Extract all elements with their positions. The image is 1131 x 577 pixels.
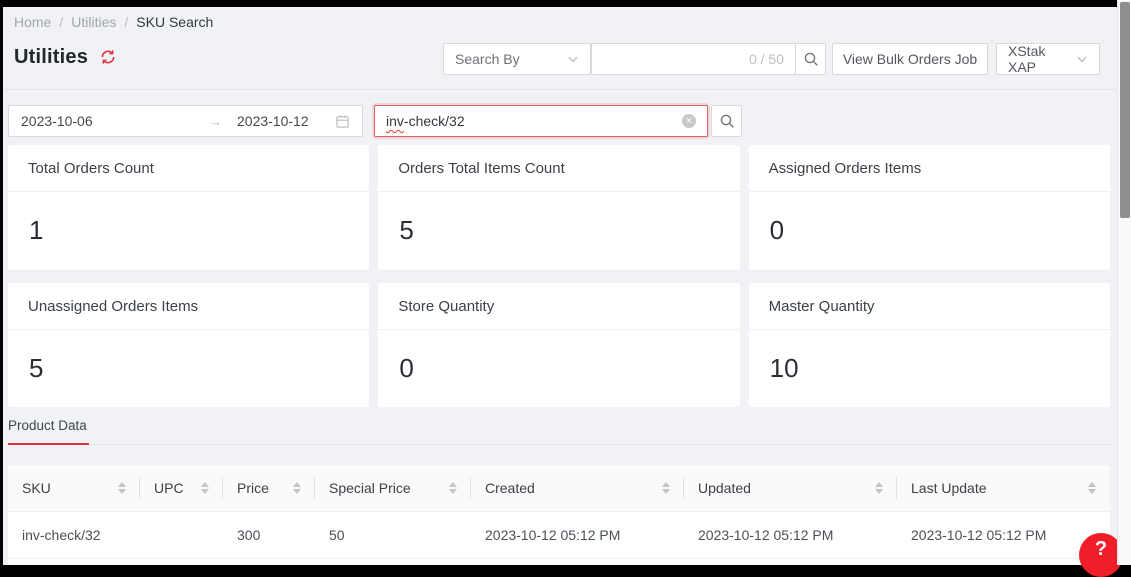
search-by-label: Search By bbox=[455, 51, 520, 67]
header-search-input[interactable] bbox=[603, 51, 749, 67]
breadcrumb: Home / Utilities / SKU Search bbox=[14, 14, 213, 30]
sort-icon bbox=[1088, 482, 1096, 494]
cell-updated: 2023-10-12 05:12 PM bbox=[684, 512, 897, 558]
sku-search-button[interactable] bbox=[711, 105, 742, 137]
stat-value: 0 bbox=[770, 215, 784, 246]
breadcrumb-separator: / bbox=[59, 14, 63, 30]
page: Home / Utilities / SKU Search Utilities … bbox=[3, 7, 1117, 565]
header-controls: Search By 0 / 50 View Bulk Orders Job XS… bbox=[443, 43, 1100, 75]
breadcrumb-utilities[interactable]: Utilities bbox=[71, 14, 116, 30]
product-data-table: SKU UPC Price Special Price Created Upda… bbox=[8, 465, 1110, 565]
sort-icon bbox=[201, 482, 209, 494]
column-header-created[interactable]: Created bbox=[471, 465, 684, 511]
chevron-down-icon bbox=[567, 53, 579, 65]
stat-value: 10 bbox=[770, 353, 799, 384]
tabs-bar: Product Data bbox=[8, 413, 1112, 445]
breadcrumb-home[interactable]: Home bbox=[14, 14, 51, 30]
cell-special-price: 50 bbox=[315, 512, 471, 558]
help-label: ? bbox=[1095, 538, 1107, 561]
clear-icon[interactable]: × bbox=[682, 114, 696, 128]
chevron-down-icon bbox=[1076, 53, 1088, 65]
cell-last-update: 2023-10-12 05:12 PM bbox=[897, 512, 1110, 558]
stat-card-master-quantity: Master Quantity 10 bbox=[749, 283, 1110, 407]
search-icon bbox=[803, 51, 819, 67]
scrollbar-track[interactable] bbox=[1117, 0, 1131, 565]
tab-product-data[interactable]: Product Data bbox=[8, 413, 89, 445]
title-row: Utilities bbox=[14, 40, 117, 74]
column-header-sku[interactable]: SKU bbox=[8, 465, 140, 511]
sort-icon bbox=[293, 482, 301, 494]
stat-label: Store Quantity bbox=[398, 298, 494, 315]
breadcrumb-separator: / bbox=[124, 14, 128, 30]
table-row: inv-check/32 300 50 2023-10-12 05:12 PM … bbox=[8, 512, 1110, 559]
sku-search-group: inv-check/32 × bbox=[374, 105, 742, 137]
stat-label: Master Quantity bbox=[769, 298, 875, 315]
column-header-upc[interactable]: UPC bbox=[140, 465, 223, 511]
stat-value: 5 bbox=[399, 215, 413, 246]
stat-card-orders-total-items-count: Orders Total Items Count 5 bbox=[378, 145, 739, 270]
table-header-row: SKU UPC Price Special Price Created Upda… bbox=[8, 465, 1110, 512]
stat-value: 1 bbox=[29, 215, 43, 246]
sort-icon bbox=[875, 482, 883, 494]
app-window: { "breadcrumb": { "separator": "/", "ite… bbox=[0, 0, 1131, 565]
search-by-select[interactable]: Search By bbox=[443, 43, 591, 75]
scrollbar-thumb[interactable] bbox=[1120, 2, 1130, 218]
header-search-button[interactable] bbox=[795, 43, 826, 75]
date-end-input[interactable]: 2023-10-12 bbox=[225, 113, 335, 129]
sort-icon bbox=[449, 482, 457, 494]
store-select[interactable]: XStak XAP bbox=[996, 43, 1100, 75]
column-header-updated[interactable]: Updated bbox=[684, 465, 897, 511]
sort-icon bbox=[662, 482, 670, 494]
arrow-right-icon: → bbox=[209, 114, 225, 129]
stat-value: 0 bbox=[399, 353, 413, 384]
cell-upc bbox=[140, 512, 223, 558]
page-title: Utilities bbox=[14, 46, 88, 69]
stat-card-assigned-orders-items: Assigned Orders Items 0 bbox=[749, 145, 1110, 270]
column-header-last-update[interactable]: Last Update bbox=[897, 465, 1110, 511]
sku-search-input[interactable]: inv-check/32 × bbox=[374, 105, 708, 137]
column-header-price[interactable]: Price bbox=[223, 465, 315, 511]
stat-value: 5 bbox=[29, 353, 43, 384]
char-counter: 0 / 50 bbox=[749, 51, 784, 67]
cell-price: 300 bbox=[223, 512, 315, 558]
calendar-icon bbox=[335, 114, 350, 129]
filter-row: 2023-10-06 → 2023-10-12 inv-check/32 × bbox=[8, 105, 742, 137]
date-start-input[interactable]: 2023-10-06 bbox=[21, 113, 209, 129]
breadcrumb-sku-search: SKU Search bbox=[136, 14, 213, 30]
cell-sku: inv-check/32 bbox=[8, 512, 140, 558]
sort-icon bbox=[118, 482, 126, 494]
stat-card-store-quantity: Store Quantity 0 bbox=[378, 283, 739, 407]
stat-label: Assigned Orders Items bbox=[769, 160, 922, 177]
date-range-picker[interactable]: 2023-10-06 → 2023-10-12 bbox=[8, 105, 363, 137]
stat-label: Unassigned Orders Items bbox=[28, 298, 198, 315]
stat-label: Orders Total Items Count bbox=[398, 160, 564, 177]
header-divider bbox=[3, 89, 1117, 90]
stat-card-total-orders-count: Total Orders Count 1 bbox=[8, 145, 369, 270]
stat-label: Total Orders Count bbox=[28, 160, 154, 177]
sku-search-value: inv-check/32 bbox=[386, 113, 465, 129]
stats-grid: Total Orders Count 1 Orders Total Items … bbox=[8, 145, 1110, 407]
search-icon bbox=[719, 113, 735, 129]
stat-card-unassigned-orders-items: Unassigned Orders Items 5 bbox=[8, 283, 369, 407]
header-search-field: 0 / 50 bbox=[591, 43, 796, 75]
store-select-value: XStak XAP bbox=[1008, 43, 1076, 75]
column-header-special-price[interactable]: Special Price bbox=[315, 465, 471, 511]
view-bulk-orders-job-button[interactable]: View Bulk Orders Job bbox=[832, 43, 988, 75]
refresh-icon[interactable] bbox=[99, 48, 117, 66]
cell-created: 2023-10-12 05:12 PM bbox=[471, 512, 684, 558]
